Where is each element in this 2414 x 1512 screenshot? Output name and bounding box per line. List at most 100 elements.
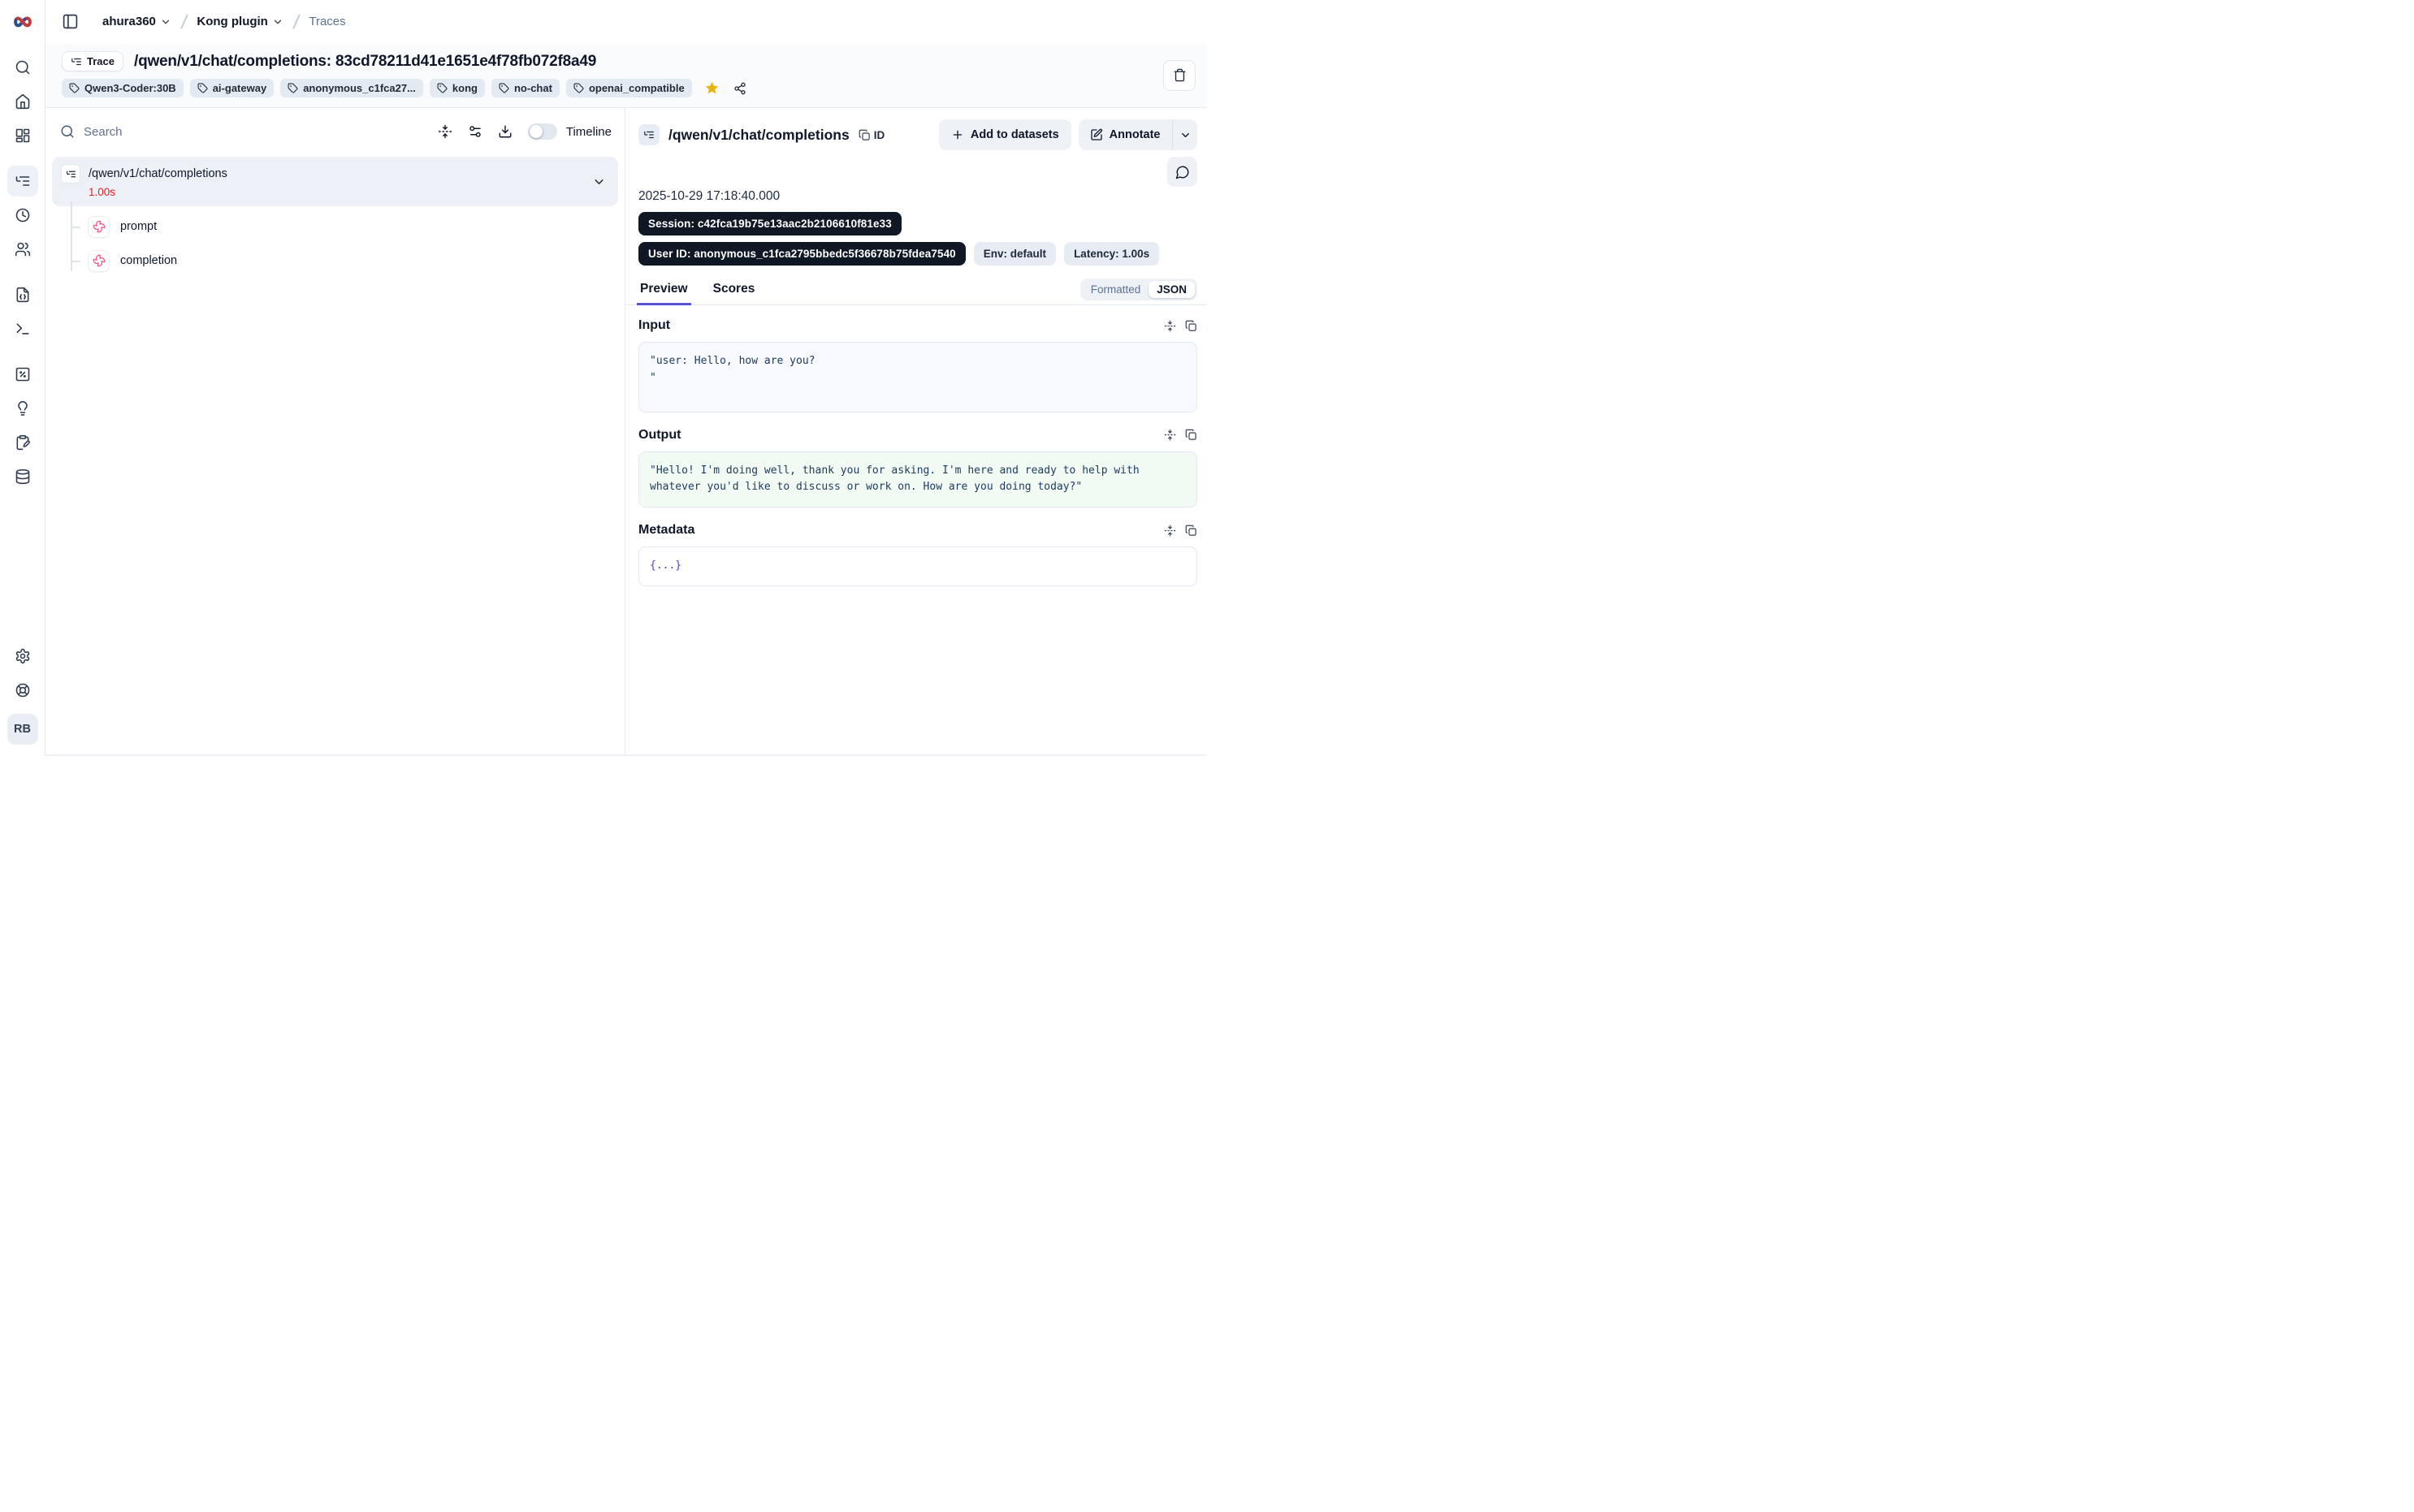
tag-chip[interactable]: Qwen3-Coder:30B — [62, 79, 184, 97]
bookmark-star-icon[interactable] — [704, 80, 720, 96]
share-icon[interactable] — [733, 82, 746, 95]
sidebar-item-sessions[interactable] — [7, 200, 38, 231]
observation-badge — [88, 250, 110, 272]
sidebar-item-playground[interactable] — [7, 313, 38, 344]
tag-chip[interactable]: openai_compatible — [566, 79, 692, 97]
output-section-title: Output — [638, 428, 681, 443]
fold-vertical-icon — [1164, 525, 1176, 537]
view-settings-button[interactable] — [468, 124, 482, 139]
chevron-down-icon — [160, 16, 171, 28]
download-icon — [498, 124, 513, 139]
session-badge[interactable]: Session: c42fca19b75e13aac2b2106610f81e3… — [638, 212, 902, 235]
tag-label: anonymous_c1fca27... — [303, 82, 416, 94]
user-avatar[interactable]: RB — [7, 714, 38, 745]
sidebar-item-evaluation[interactable] — [7, 359, 38, 390]
tree-node-completion[interactable]: completion — [52, 244, 618, 278]
collapse-section-button[interactable] — [1164, 525, 1176, 537]
users-icon — [15, 241, 31, 257]
app-root: RB ahura360 Kong plugin Traces Trace /qw… — [0, 0, 1207, 756]
trace-tree: /qwen/v1/chat/completions 1.00s prompt — [45, 155, 625, 278]
sidebar-item-support[interactable] — [7, 675, 38, 706]
id-label: ID — [874, 129, 885, 141]
input-section: Input "user: Hello, how are you? " — [638, 318, 1197, 413]
sidebar-item-dashboards[interactable] — [7, 120, 38, 151]
trace-timestamp: 2025-10-29 17:18:40.000 — [625, 187, 1207, 204]
search-placeholder: Search — [84, 125, 123, 139]
format-option-json[interactable]: JSON — [1149, 281, 1195, 298]
detail-sections: Input "user: Hello, how are you? " Outpu… — [625, 305, 1207, 602]
copy-id-icon[interactable] — [859, 129, 871, 141]
detail-title: /qwen/v1/chat/completions — [668, 127, 850, 144]
sidebar-item-home[interactable] — [7, 86, 38, 117]
copy-icon — [1185, 320, 1197, 332]
toggle-knob — [530, 125, 543, 138]
breadcrumb-project[interactable]: Kong plugin — [197, 15, 283, 28]
breadcrumb-page[interactable]: Traces — [309, 15, 345, 28]
tag-chip[interactable]: anonymous_c1fca27... — [280, 79, 423, 97]
tag-chip[interactable]: no-chat — [491, 79, 560, 97]
square-percent-icon — [15, 366, 31, 382]
fan-icon — [93, 254, 106, 267]
copy-section-button[interactable] — [1185, 525, 1197, 537]
list-tree-icon — [71, 56, 82, 67]
topbar: ahura360 Kong plugin Traces — [45, 0, 1207, 43]
sidebar-item-users[interactable] — [7, 234, 38, 265]
trace-type-badge: Trace — [62, 51, 123, 71]
search-icon — [15, 59, 31, 76]
timeline-toggle[interactable] — [528, 123, 557, 140]
trace-title: /qwen/v1/chat/completions: 83cd78211d41e… — [134, 53, 596, 71]
trash-icon — [1173, 68, 1187, 82]
sidebar-item-prompts[interactable] — [7, 279, 38, 310]
file-json-icon — [15, 287, 31, 303]
add-to-datasets-label: Add to datasets — [971, 128, 1059, 141]
sidebar-item-traces[interactable] — [7, 166, 38, 197]
content-split: Search Timeline /qwen/v1/chat/c — [45, 108, 1207, 756]
collapse-section-button[interactable] — [1164, 429, 1176, 441]
copy-section-button[interactable] — [1185, 429, 1197, 441]
tab-scores[interactable]: Scores — [712, 279, 757, 305]
sidebar-toggle-button[interactable] — [58, 10, 82, 34]
annotate-dropdown-button[interactable] — [1173, 119, 1197, 150]
tag-icon — [197, 83, 208, 93]
panel-left-icon — [62, 13, 79, 30]
copy-icon — [1185, 525, 1197, 537]
output-section: Output "Hello! I'm doing well, thank you… — [638, 428, 1197, 508]
app-logo-icon[interactable] — [11, 10, 35, 34]
breadcrumb: ahura360 Kong plugin Traces — [102, 14, 346, 29]
chevron-down-icon[interactable] — [592, 175, 606, 188]
sidebar-item-settings[interactable] — [7, 641, 38, 672]
add-to-datasets-button[interactable]: Add to datasets — [939, 119, 1071, 150]
search-input[interactable]: Search — [60, 124, 438, 139]
user-id-badge[interactable]: User ID: anonymous_c1fca2795bbedc5f36678… — [638, 242, 966, 266]
annotate-button[interactable]: Annotate — [1079, 119, 1172, 150]
format-option-formatted[interactable]: Formatted — [1083, 281, 1149, 298]
sidebar-item-evaluators[interactable] — [7, 393, 38, 424]
tree-node-prompt[interactable]: prompt — [52, 210, 618, 244]
sidebar-item-search[interactable] — [7, 52, 38, 83]
home-icon — [15, 93, 31, 110]
delete-trace-button[interactable] — [1163, 60, 1196, 91]
tag-chip[interactable]: kong — [430, 79, 485, 97]
main-column: ahura360 Kong plugin Traces Trace /qwen/… — [45, 0, 1207, 756]
search-icon — [60, 124, 75, 139]
copy-section-button[interactable] — [1185, 320, 1197, 332]
download-button[interactable] — [498, 124, 513, 139]
metadata-content[interactable]: {...} — [638, 546, 1197, 586]
breadcrumb-org[interactable]: ahura360 — [102, 15, 171, 28]
fan-icon — [93, 220, 106, 233]
trace-tags-row: Qwen3-Coder:30B ai-gateway anonymous_c1f… — [62, 79, 1155, 97]
collapse-all-button[interactable] — [438, 124, 452, 139]
tree-node-root[interactable]: /qwen/v1/chat/completions 1.00s — [52, 157, 618, 206]
sidebar-item-datasets[interactable] — [7, 461, 38, 492]
sidebar-item-annotation[interactable] — [7, 427, 38, 458]
tag-chip[interactable]: ai-gateway — [190, 79, 274, 97]
trace-pills: Session: c42fca19b75e13aac2b2106610f81e3… — [625, 204, 1207, 266]
format-toggle: Formatted JSON — [1080, 279, 1197, 300]
tree-children: prompt completion — [52, 206, 618, 278]
collapse-section-button[interactable] — [1164, 320, 1176, 332]
comment-bubble-icon — [1175, 165, 1190, 179]
input-section-title: Input — [638, 318, 670, 333]
tab-preview[interactable]: Preview — [638, 279, 690, 305]
chevron-down-icon — [1179, 129, 1192, 141]
comments-button[interactable] — [1167, 157, 1197, 187]
